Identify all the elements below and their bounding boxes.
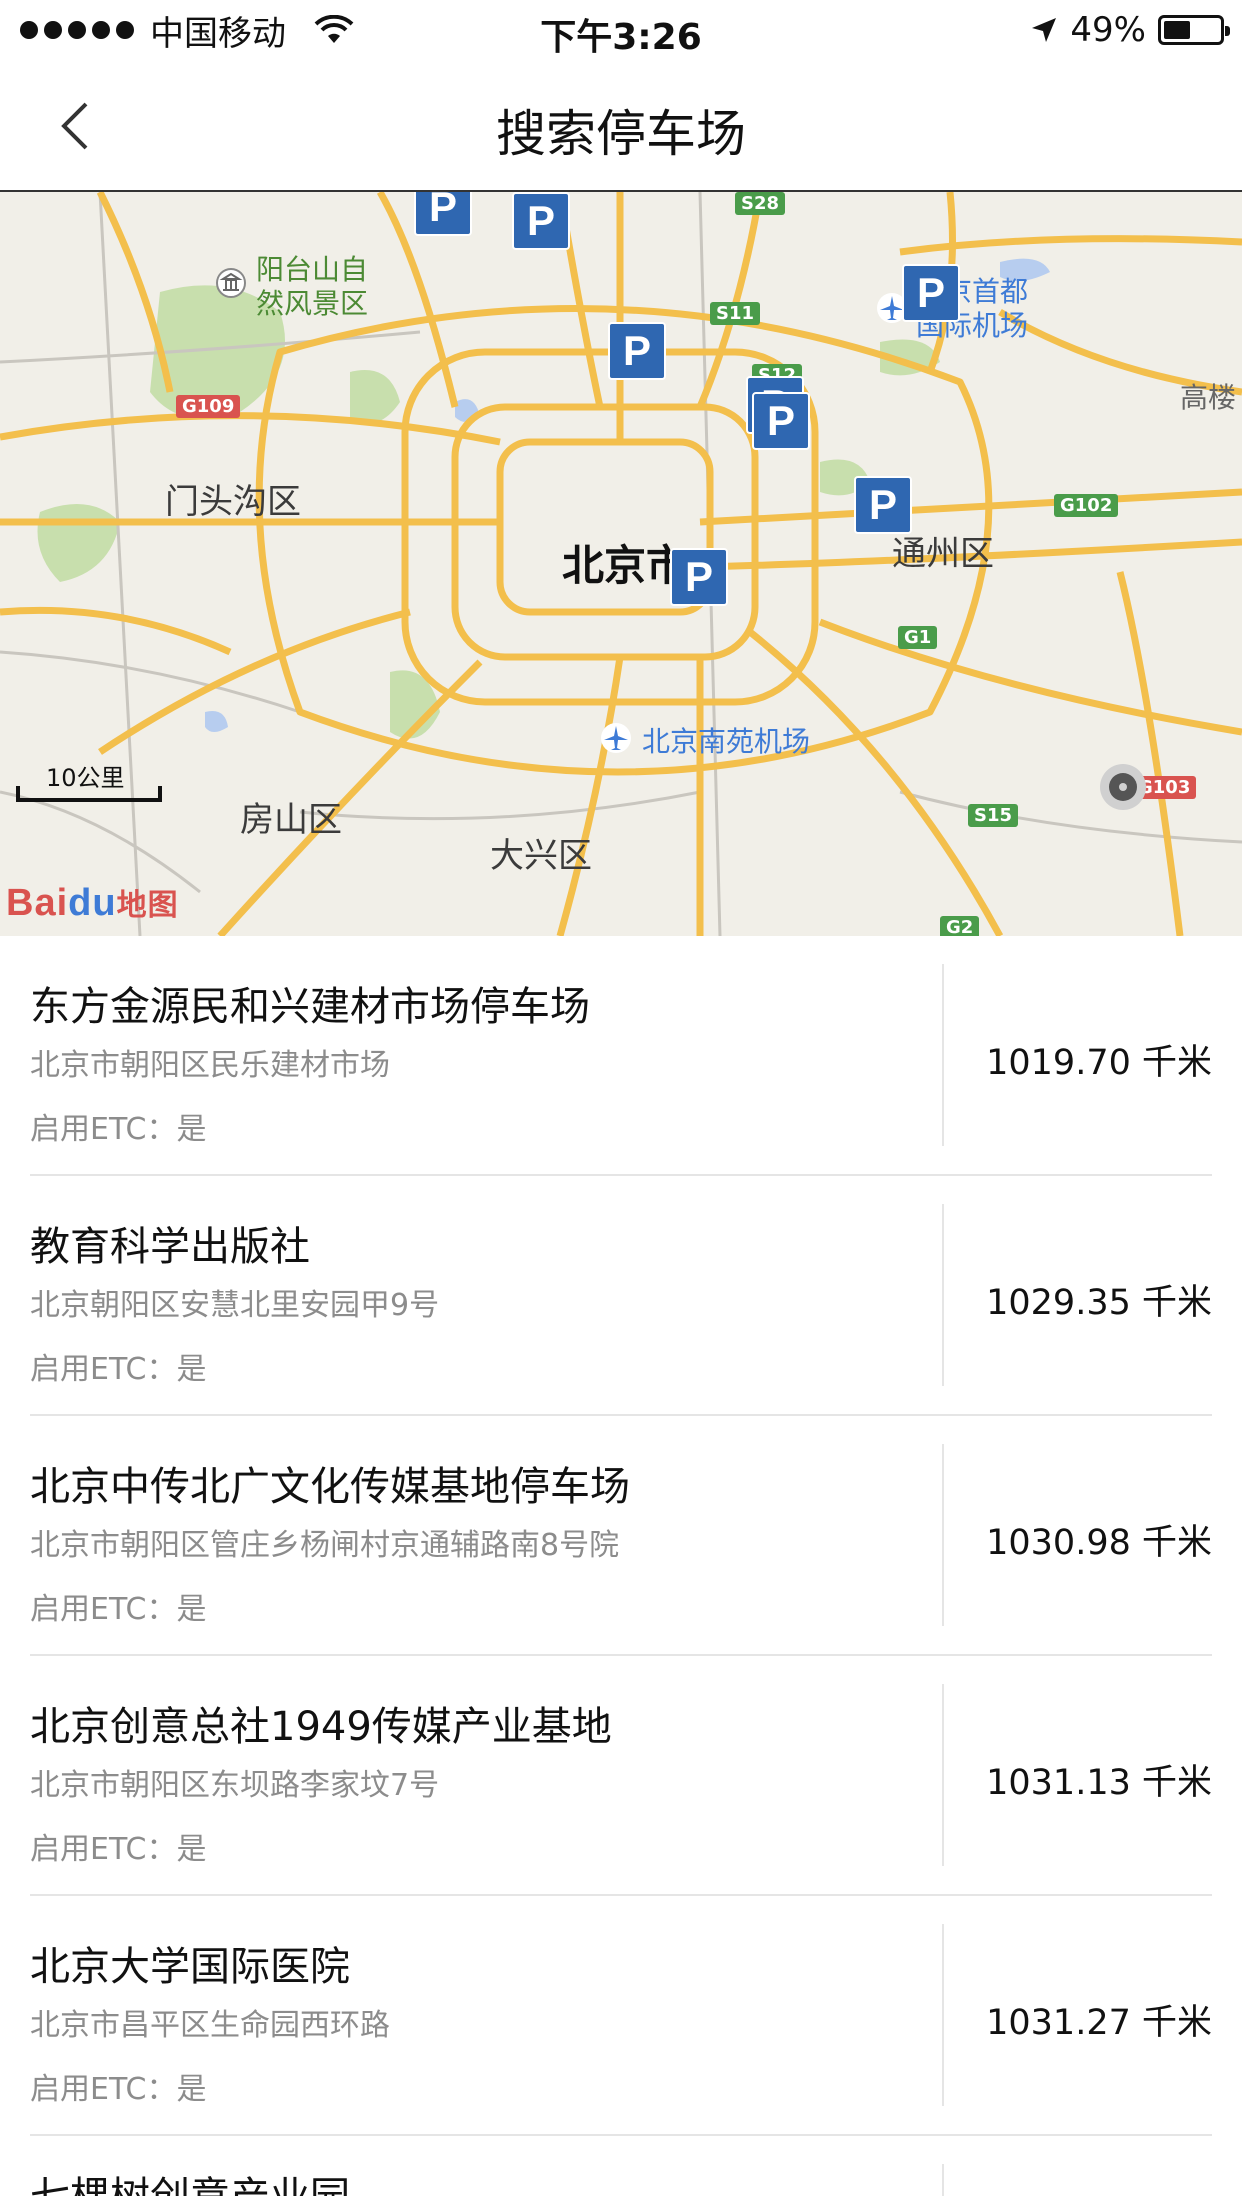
parking-etc: 启用ETC：是 [30,1832,207,1867]
battery-icon [1158,15,1230,45]
landmark-icon [216,268,246,298]
parking-address: 北京市朝阳区管庄乡杨闸村京通辅路南8号院 [30,1528,620,1563]
divider [942,1204,944,1386]
road-shield: S11 [710,302,761,325]
parking-address: 北京市昌平区生命园西环路 [30,2008,390,2043]
status-bar: 中国移动 下午3:26 49% [0,0,1242,60]
parking-name: 北京创意总社1949传媒产业基地 [30,1704,612,1750]
page-title: 搜索停车场 [496,105,746,163]
parking-marker[interactable]: P [512,192,570,250]
battery-percent: 49% [1070,10,1146,50]
parking-name: 东方金源民和兴建材市场停车场 [30,984,590,1030]
map-district-label: 房山区 [240,800,342,840]
road-shield: S28 [735,192,786,215]
list-item[interactable]: 北京大学国际医院 北京市昌平区生命园西环路 启用ETC：是 1031.27 千米 [0,1896,1242,2136]
parking-address: 北京朝阳区安慧北里安园甲9号 [30,1288,440,1323]
map-district-label: 高楼 [1180,381,1237,414]
parking-etc: 启用ETC：是 [30,1112,207,1147]
road-shield: G2 [940,916,980,936]
poi-label-yangtai: 然风景区 [256,287,369,320]
parking-name: 教育科学出版社 [30,1224,310,1270]
list-item[interactable]: 七棵树创意产业园 [0,2136,1242,2196]
parking-marker[interactable]: P [902,264,960,322]
divider [942,1924,944,2106]
list-item[interactable]: 北京中传北广文化传媒基地停车场 北京市朝阳区管庄乡杨闸村京通辅路南8号院 启用E… [0,1416,1242,1656]
map-district-label: 门头沟区 [165,482,301,522]
map-scale-bar [16,786,162,802]
parking-distance: 1030.98 千米 [986,1523,1212,1563]
parking-name: 北京大学国际医院 [30,1944,350,1990]
parking-list: 东方金源民和兴建材市场停车场 北京市朝阳区民乐建材市场 启用ETC：是 1019… [0,936,1242,2196]
parking-distance: 1031.13 千米 [986,1763,1212,1803]
logo-text: 地图 [116,889,179,922]
divider [942,1684,944,1866]
parking-distance: 1019.70 千米 [986,1043,1212,1083]
parking-etc: 启用ETC：是 [30,1352,207,1387]
road-shield: G102 [1054,494,1119,517]
parking-marker[interactable]: P [670,548,728,606]
baidu-map-logo: Baidu地图 [6,880,179,925]
list-item[interactable]: 北京创意总社1949传媒产业基地 北京市朝阳区东坝路李家坟7号 启用ETC：是 … [0,1656,1242,1896]
road-shield: G109 [176,395,241,418]
parking-name: 北京中传北广文化传媒基地停车场 [30,1464,630,1510]
divider [942,964,944,1146]
map-district-label: 大兴区 [490,836,592,876]
nav-bar: 搜索停车场 [0,60,1242,192]
parking-address: 北京市朝阳区东坝路李家坟7号 [30,1768,440,1803]
parking-marker[interactable]: P [752,392,810,450]
airport-icon [601,723,631,753]
parking-name: 七棵树创意产业园 [30,2164,350,2196]
list-item[interactable]: 东方金源民和兴建材市场停车场 北京市朝阳区民乐建材市场 启用ETC：是 1019… [0,936,1242,1176]
parking-etc: 启用ETC：是 [30,2072,207,2107]
logo-text: du [68,882,117,924]
parking-distance: 1029.35 千米 [986,1283,1212,1323]
locate-me-icon[interactable] [1100,764,1146,810]
parking-marker[interactable]: P [608,322,666,380]
divider [942,2164,944,2196]
road-shield: G1 [898,626,938,649]
road-shield: S15 [968,804,1019,827]
location-arrow-icon [1032,18,1057,42]
logo-text: Bai [6,882,69,924]
map-scale: 10公里 [16,758,166,802]
poi-label-nanyuan-airport: 北京南苑机场 [642,725,811,758]
map-view[interactable]: 北京市 门头沟区 房山区 大兴区 通州区 高楼 阳台山自 然风景区 京首都 国际… [0,192,1242,936]
status-right: 49% [1030,8,1230,52]
parking-address: 北京市朝阳区民乐建材市场 [30,1048,390,1083]
parking-marker[interactable]: P [414,192,472,236]
divider [942,1444,944,1626]
parking-etc: 启用ETC：是 [30,1592,207,1627]
list-item[interactable]: 教育科学出版社 北京朝阳区安慧北里安园甲9号 启用ETC：是 1029.35 千… [0,1176,1242,1416]
parking-distance: 1031.27 千米 [986,2003,1212,2043]
parking-marker[interactable]: P [854,476,912,534]
